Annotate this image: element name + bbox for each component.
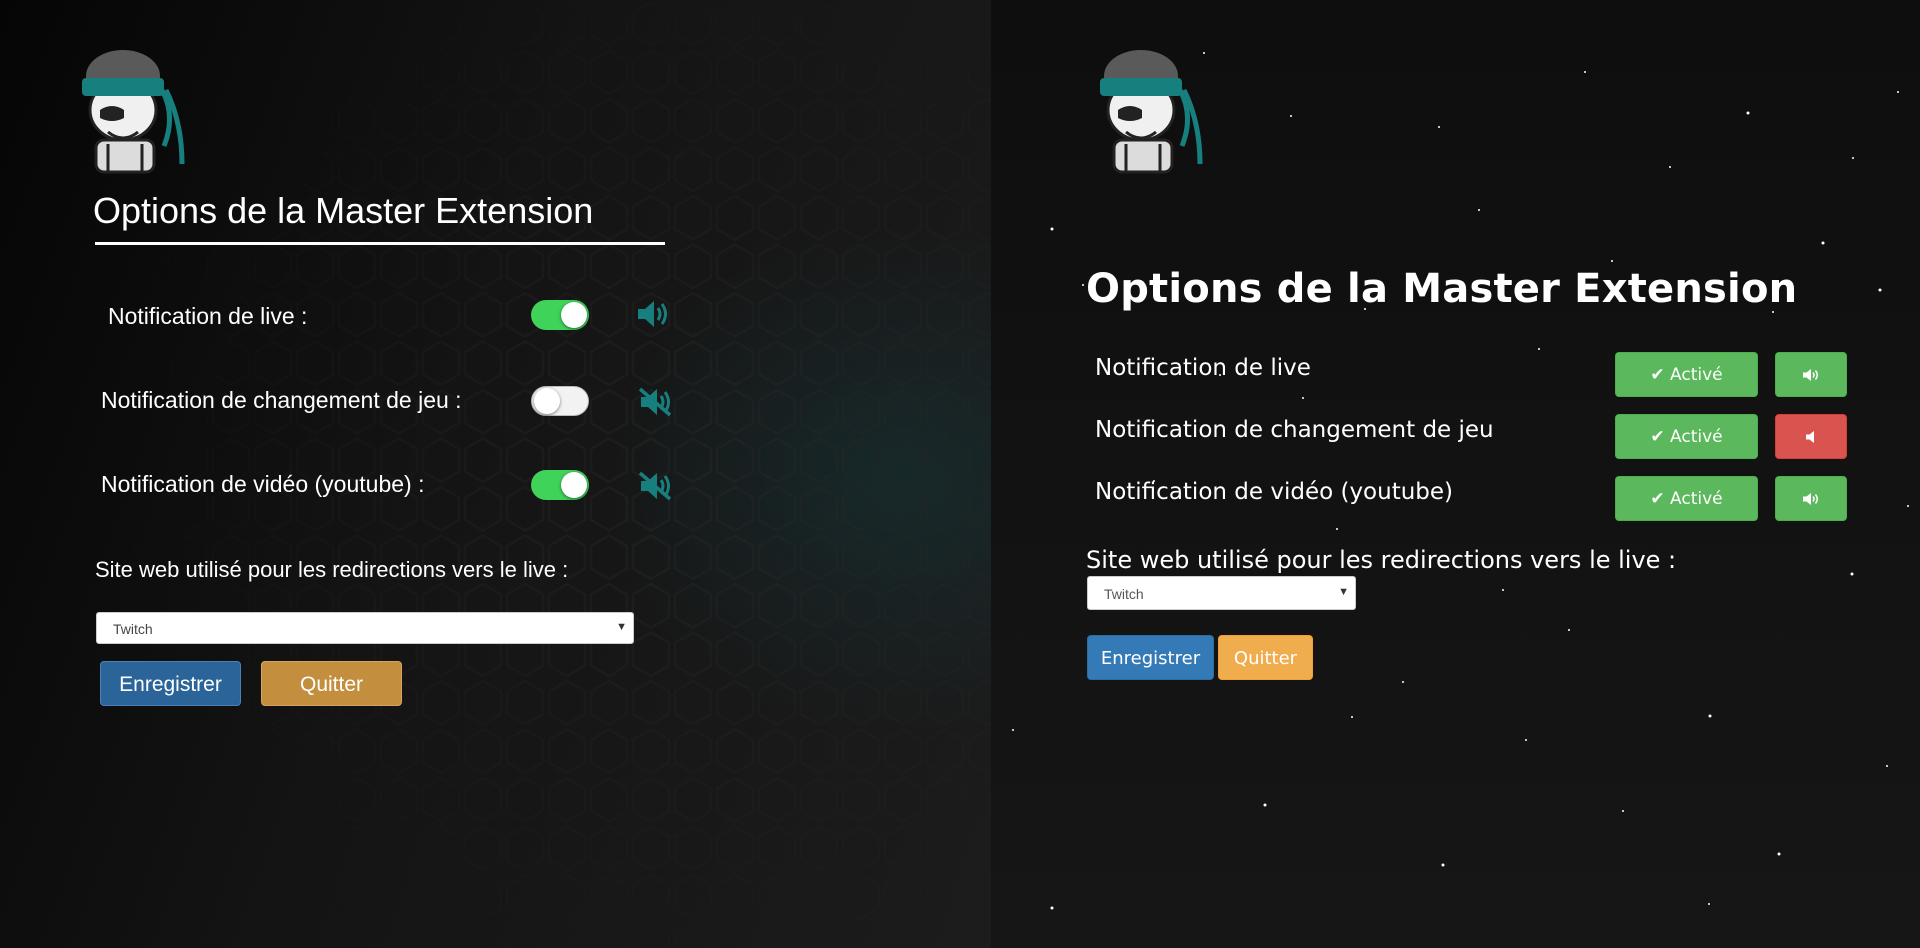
live-sound-button[interactable] <box>1775 352 1847 397</box>
video-notification-label: Notification de vidéo (youtube) : <box>101 471 425 497</box>
redirect-site-label: Site web utilisé pour les redirections v… <box>95 557 569 582</box>
active-button-label: Activé <box>1670 365 1723 385</box>
redirect-site-select[interactable]: Twitch ▼ <box>1087 576 1356 610</box>
volume-up-icon <box>1803 493 1818 505</box>
live-notification-toggle[interactable] <box>531 300 589 330</box>
page-title: Options de la Master Extension <box>1086 266 1798 312</box>
quit-button[interactable]: Quitter <box>1218 635 1313 680</box>
game-change-notification-active-button[interactable]: ✔ Activé <box>1615 414 1758 459</box>
video-notification-label: Notification de vidéo (youtube) <box>1095 479 1454 505</box>
toggle-knob <box>561 302 587 328</box>
redirect-site-select[interactable]: Twitch ▼ <box>96 612 634 644</box>
check-icon: ✔ <box>1650 489 1665 509</box>
game-change-notification-toggle[interactable] <box>531 386 589 416</box>
live-notification-label: Notification de live : <box>108 303 308 329</box>
game-change-notification-label: Notification de changement de jeu <box>1095 417 1494 443</box>
active-button-label: Activé <box>1670 489 1723 509</box>
toggle-knob <box>561 472 587 498</box>
game-change-sound-button[interactable] <box>1775 414 1847 459</box>
volume-mute-icon[interactable] <box>637 386 673 418</box>
save-button[interactable]: Enregistrer <box>100 661 241 706</box>
check-icon: ✔ <box>1650 427 1665 447</box>
select-value: Twitch <box>113 621 153 637</box>
select-value: Twitch <box>1104 586 1144 602</box>
live-notification-label: Notification de live <box>1095 355 1311 381</box>
video-notification-active-button[interactable]: ✔ Activé <box>1615 476 1758 521</box>
page-title: Options de la Master Extension <box>93 190 594 231</box>
video-notification-toggle[interactable] <box>531 470 589 500</box>
active-button-label: Activé <box>1670 427 1723 447</box>
chevron-down-icon: ▼ <box>616 621 627 633</box>
volume-mute-icon[interactable] <box>637 470 673 502</box>
volume-up-icon <box>1803 369 1818 381</box>
game-change-notification-label: Notification de changement de jeu : <box>101 387 462 413</box>
chevron-down-icon: ▼ <box>1338 586 1349 598</box>
check-icon: ✔ <box>1650 365 1665 385</box>
video-sound-button[interactable] <box>1775 476 1847 521</box>
right-options-panel: Options de la Master Extension Notificat… <box>991 0 1920 948</box>
redirect-site-label: Site web utilisé pour les redirections v… <box>1086 546 1677 574</box>
mascot-logo <box>82 50 185 174</box>
left-options-panel: Options de la Master Extension Notificat… <box>0 0 991 948</box>
volume-off-icon <box>1806 431 1814 443</box>
mascot-logo <box>1100 50 1203 174</box>
toggle-knob <box>534 388 560 414</box>
quit-button[interactable]: Quitter <box>261 661 402 706</box>
title-divider <box>95 242 665 245</box>
volume-up-icon[interactable] <box>636 299 670 329</box>
live-notification-active-button[interactable]: ✔ Activé <box>1615 352 1758 397</box>
save-button[interactable]: Enregistrer <box>1087 635 1214 680</box>
